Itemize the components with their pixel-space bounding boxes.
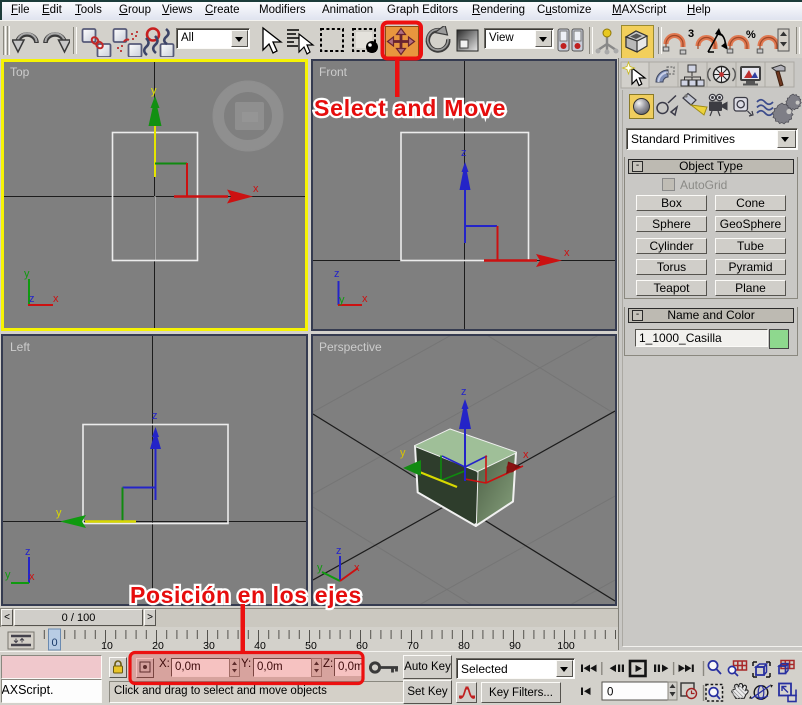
svg-text:0: 0 xyxy=(607,687,613,699)
svg-text:z: z xyxy=(29,293,35,305)
svg-text:80: 80 xyxy=(458,640,470,651)
svg-text:3: 3 xyxy=(688,28,694,40)
svg-text:z: z xyxy=(461,386,467,398)
svg-text:Top: Top xyxy=(10,65,30,79)
svg-text:30: 30 xyxy=(203,640,215,651)
svg-text:y: y xyxy=(151,85,157,97)
svg-text:z: z xyxy=(461,147,467,159)
svg-text:x: x xyxy=(523,449,529,461)
svg-text:z: z xyxy=(152,410,158,422)
svg-text:%: % xyxy=(746,29,756,41)
svg-text:x: x xyxy=(354,562,360,574)
svg-text:Perspective: Perspective xyxy=(319,340,382,354)
svg-text:y: y xyxy=(400,447,406,459)
svg-text:Left: Left xyxy=(10,340,31,354)
svg-text:y: y xyxy=(339,294,345,306)
svg-text:x: x xyxy=(362,293,368,305)
svg-text:0: 0 xyxy=(51,637,57,649)
svg-text:60: 60 xyxy=(356,640,368,651)
svg-text:50: 50 xyxy=(305,640,317,651)
svg-text:x: x xyxy=(253,183,259,195)
svg-text:x: x xyxy=(53,293,59,305)
svg-text:40: 40 xyxy=(254,640,266,651)
svg-text:y: y xyxy=(317,562,323,574)
svg-text:10: 10 xyxy=(101,640,113,651)
svg-text:y: y xyxy=(56,507,62,519)
svg-text:x: x xyxy=(564,247,570,259)
svg-text:z: z xyxy=(25,546,31,558)
svg-text:y: y xyxy=(24,268,30,280)
svg-text:20: 20 xyxy=(152,640,164,651)
svg-text:x: x xyxy=(29,571,35,583)
svg-text:Front: Front xyxy=(319,65,348,79)
svg-text:70: 70 xyxy=(407,640,419,651)
svg-text:z: z xyxy=(336,545,342,557)
svg-text:100: 100 xyxy=(557,640,575,651)
svg-text:y: y xyxy=(5,569,11,581)
svg-text:90: 90 xyxy=(509,640,521,651)
svg-text:z: z xyxy=(334,268,340,280)
